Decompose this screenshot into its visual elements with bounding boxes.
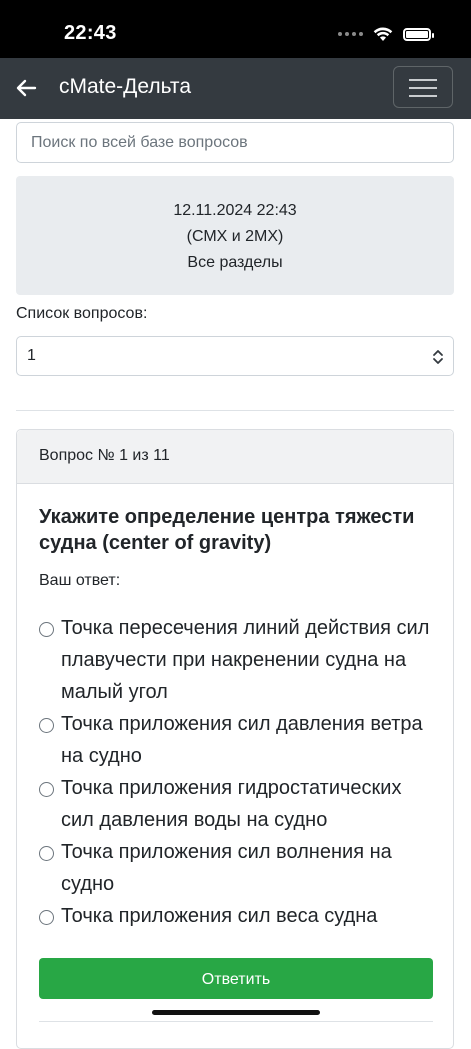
answer-option[interactable]: Точка приложения гидростатических сил да… [39,772,439,836]
answer-option[interactable]: Точка пересечения линий действия сил пла… [39,612,439,708]
cellular-signal-icon [338,32,363,36]
radio-button[interactable] [39,846,54,861]
radio-button[interactable] [39,910,54,925]
submit-answer-button[interactable]: Ответить [39,958,433,999]
answer-option-text: Точка приложения гидростатических сил да… [61,777,402,831]
home-indicator[interactable] [152,1010,320,1015]
question-list-value: 1 [27,347,36,364]
answer-option-text: Точка приложения сил волнения на судно [61,841,392,895]
divider [16,410,454,411]
app-title: cMate-Дельта [59,75,191,98]
question-number: Вопрос № 1 из 11 [39,447,170,464]
status-icons [338,24,434,44]
answer-option[interactable]: Точка приложения сил волнения на судно [39,836,439,900]
test-datetime: 12.11.2024 22:43 [173,202,297,219]
hamburger-menu-button[interactable] [393,66,453,108]
arrow-left-icon[interactable] [15,77,37,99]
test-category: (СМХ и 2МХ) [186,228,284,245]
radio-button[interactable] [39,622,54,637]
wifi-icon [373,26,393,41]
question-list-label: Список вопросов: [16,305,148,322]
chevron-up-down-icon [433,350,443,364]
answer-option[interactable]: Точка приложения сил давления ветра на с… [39,708,439,772]
answer-option-text: Точка приложения сил веса судна [61,905,378,927]
search-input[interactable] [16,122,454,163]
answer-option[interactable]: Точка приложения сил веса судна [39,900,439,932]
question-list-select[interactable]: 1 [16,336,454,376]
status-bar: 22:43 [0,0,471,58]
answer-label: Ваш ответ: [39,572,121,589]
question-card: Вопрос № 1 из 11 Укажите определение цен… [16,429,454,1049]
card-footer-divider [39,1021,433,1022]
answer-option-text: Точка приложения сил давления ветра на с… [61,713,423,767]
navbar: cMate-Дельта [0,58,471,119]
question-title: Укажите определение центра тяжести судна… [39,506,415,554]
test-sections: Все разделы [187,254,283,271]
answer-option-text: Точка пересечения линий действия сил пла… [61,617,430,703]
test-info-panel: 12.11.2024 22:43 (СМХ и 2МХ) Все разделы [16,176,454,295]
radio-button[interactable] [39,782,54,797]
radio-button[interactable] [39,718,54,733]
status-time: 22:43 [64,22,117,44]
battery-icon [403,27,434,41]
question-card-header: Вопрос № 1 из 11 [17,430,453,484]
